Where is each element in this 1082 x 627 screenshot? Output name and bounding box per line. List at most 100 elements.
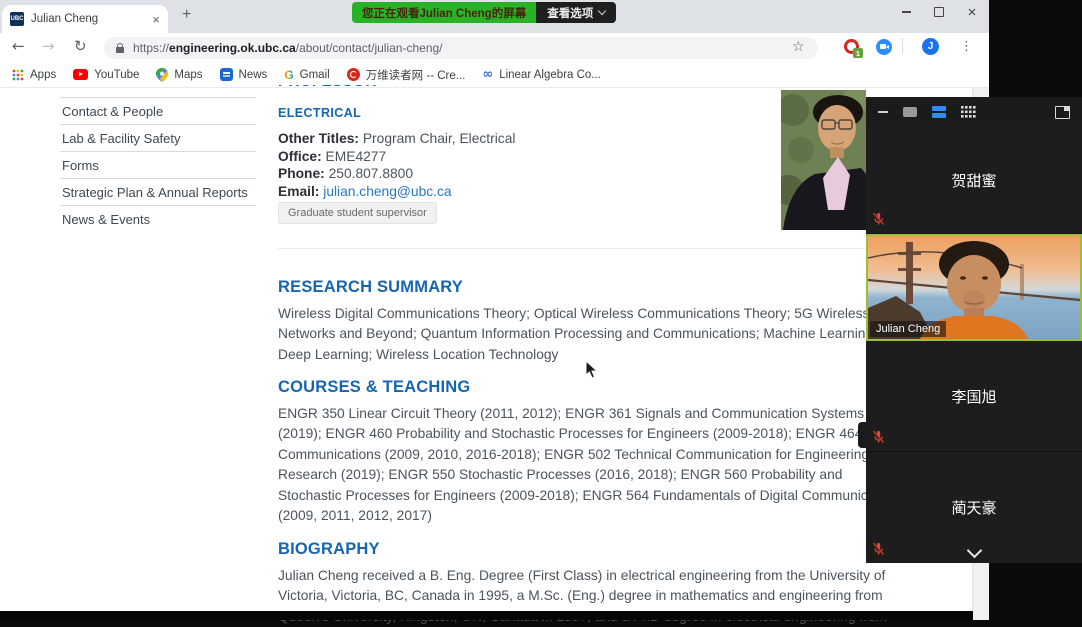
professor-heading-text: PROFESSOR: [278, 85, 478, 90]
minimize-icon: [902, 11, 911, 13]
creaders-icon: [347, 68, 360, 81]
detail-label: Phone:: [278, 166, 325, 181]
research-summary-text: Wireless Digital Communications Theory; …: [278, 304, 906, 365]
sidebar-item-forms[interactable]: Forms: [60, 151, 256, 178]
apps-grid-icon: [12, 69, 24, 81]
participant-tile[interactable]: 贺甜蜜: [866, 127, 1082, 234]
ubc-favicon-icon: UBC: [10, 12, 24, 26]
department-heading[interactable]: ELECTRICAL: [278, 106, 361, 120]
profile-details: Other Titles: Program Chair, Electrical …: [278, 130, 515, 200]
speaker-view-icon[interactable]: [903, 107, 917, 117]
view-options-label: 查看选项: [547, 5, 593, 21]
bookmarks-bar: Apps YouTube Maps News G Gmail 万维读者网 -- …: [0, 62, 989, 88]
address-bar[interactable]: https://engineering.ok.ubc.ca/about/cont…: [104, 37, 818, 59]
sidebar-item-contact-people[interactable]: Contact & People: [60, 97, 256, 124]
tab-title: Julian Cheng: [31, 13, 148, 25]
forward-button[interactable]: →: [42, 39, 55, 54]
biography-heading: BIOGRAPHY: [278, 540, 380, 559]
popout-layout-icon[interactable]: [1055, 106, 1070, 119]
browser-tab[interactable]: UBC Julian Cheng ×: [2, 5, 168, 33]
chevron-down-icon: [598, 7, 606, 15]
strip-view-icon[interactable]: [932, 106, 946, 118]
bookmark-apps[interactable]: Apps: [12, 69, 56, 81]
bookmark-gmail[interactable]: G Gmail: [284, 68, 329, 82]
supervisor-tag: Graduate student supervisor: [278, 202, 437, 224]
panel-minimize-icon[interactable]: [878, 111, 888, 113]
toolbar-divider: [902, 38, 903, 54]
news-icon: [220, 68, 233, 81]
bookmark-linear-algebra[interactable]: ∞ Linear Algebra Co...: [482, 67, 601, 82]
bookmark-label: Apps: [30, 69, 56, 81]
extension-blocker-icon[interactable]: 1: [844, 39, 859, 54]
bookmark-youtube[interactable]: YouTube: [73, 69, 139, 81]
reload-button[interactable]: ↻: [74, 39, 87, 54]
muted-mic-icon: [872, 212, 885, 226]
bookmark-creaders[interactable]: 万维读者网 -- Cre...: [347, 67, 466, 83]
detail-email: Email: julian.cheng@ubc.ca: [278, 183, 515, 201]
zoom-view-toolbar: [866, 97, 1082, 127]
maps-pin-icon: [156, 68, 168, 82]
tab-close-icon[interactable]: ×: [152, 13, 160, 26]
muted-mic-icon: [872, 430, 885, 444]
camera-icon: [880, 44, 886, 49]
browser-menu-button[interactable]: ⋮: [960, 39, 973, 54]
view-options-button[interactable]: 查看选项: [536, 2, 616, 23]
window-minimize-button[interactable]: [890, 0, 922, 24]
sidebar-item-lab-safety[interactable]: Lab & Facility Safety: [60, 124, 256, 151]
bookmark-label: Linear Algebra Co...: [499, 69, 601, 81]
zoom-participants-panel: 贺甜蜜: [866, 97, 1082, 563]
url-text: https://engineering.ok.ubc.ca/about/cont…: [133, 41, 443, 55]
detail-value: Program Chair, Electrical: [363, 131, 516, 146]
detail-value: 250.807.8800: [329, 166, 413, 181]
window-close-button[interactable]: ×: [956, 0, 988, 24]
muted-mic-icon: [872, 542, 885, 556]
detail-phone: Phone: 250.807.8800: [278, 165, 515, 183]
youtube-icon: [73, 69, 88, 80]
bookmark-star-button[interactable]: ☆: [792, 39, 805, 55]
panel-collapse-handle[interactable]: [858, 422, 866, 448]
bookmark-label: Gmail: [300, 69, 330, 81]
url-domain: engineering.ok.ubc.ca: [169, 41, 296, 55]
share-banner-message: 您正在观看Julian Cheng的屏幕: [352, 2, 536, 23]
bookmark-label: 万维读者网 -- Cre...: [366, 67, 466, 83]
clipped-professor-heading: PROFESSOR: [278, 85, 478, 93]
bottom-black-bar: [0, 611, 973, 620]
bookmark-maps[interactable]: Maps: [156, 68, 202, 82]
profile-avatar[interactable]: J: [922, 38, 939, 55]
active-speaker-video-tile[interactable]: Julian Cheng: [866, 234, 1082, 341]
participant-name: 贺甜蜜: [951, 170, 996, 191]
page-sidebar: Contact & People Lab & Facility Safety F…: [60, 97, 256, 232]
infinity-icon: ∞: [482, 67, 493, 82]
detail-label: Office:: [278, 149, 322, 164]
courses-teaching-heading: COURSES & TEACHING: [278, 378, 470, 397]
bookmark-label: YouTube: [94, 69, 139, 81]
zoom-extension-icon[interactable]: [876, 39, 892, 55]
detail-office: Office: EME4277: [278, 148, 515, 166]
research-summary-heading: RESEARCH SUMMARY: [278, 278, 463, 297]
screen-share-banner: 您正在观看Julian Cheng的屏幕 查看选项: [352, 2, 616, 23]
window-restore-button[interactable]: [923, 0, 955, 24]
detail-other-titles: Other Titles: Program Chair, Electrical: [278, 130, 515, 148]
participant-tile[interactable]: 李国旭: [866, 341, 1082, 452]
browser-window: UBC Julian Cheng × + × 您正在观看Julian Cheng…: [0, 0, 989, 620]
new-tab-button[interactable]: +: [182, 6, 191, 24]
back-button[interactable]: ←: [12, 39, 25, 54]
sidebar-item-news-events[interactable]: News & Events: [60, 205, 256, 232]
sidebar-item-strategic-plan[interactable]: Strategic Plan & Annual Reports: [60, 178, 256, 205]
bookmark-label: News: [239, 69, 268, 81]
gmail-icon: G: [284, 68, 293, 82]
scroll-more-participants-button[interactable]: [967, 543, 983, 559]
detail-value: EME4277: [326, 149, 387, 164]
page-content: Contact & People Lab & Facility Safety F…: [0, 88, 973, 620]
gallery-view-icon[interactable]: [961, 106, 976, 119]
courses-teaching-text: ENGR 350 Linear Circuit Theory (2011, 20…: [278, 404, 906, 526]
faculty-photo: [781, 90, 866, 230]
participant-name: 蔺天豪: [951, 497, 996, 518]
faculty-photo-art: [781, 90, 866, 230]
url-path: /about/contact/julian-cheng/: [296, 41, 443, 55]
lock-icon: [116, 47, 124, 53]
participant-tile[interactable]: 蔺天豪: [866, 452, 1082, 563]
email-link[interactable]: julian.cheng@ubc.ca: [323, 184, 451, 199]
bookmark-news[interactable]: News: [220, 68, 268, 81]
detail-label: Other Titles:: [278, 131, 359, 146]
